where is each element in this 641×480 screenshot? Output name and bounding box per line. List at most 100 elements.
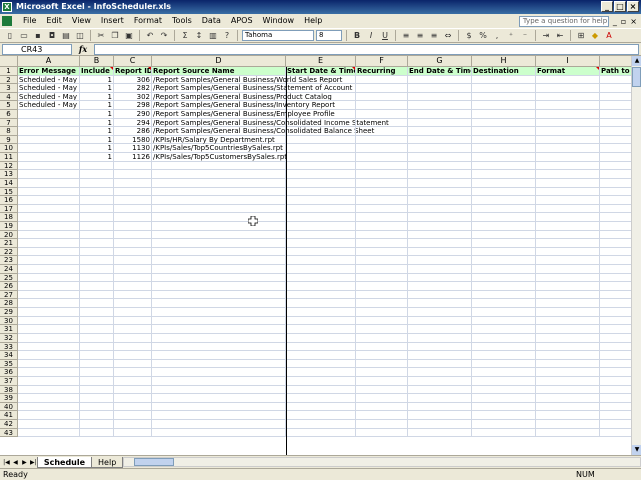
- cell[interactable]: [472, 153, 536, 162]
- cell[interactable]: [356, 419, 408, 429]
- cell[interactable]: [408, 376, 472, 386]
- cell[interactable]: [600, 429, 631, 438]
- cell[interactable]: [286, 135, 356, 145]
- cell[interactable]: 1: [80, 75, 114, 85]
- cell[interactable]: [286, 428, 356, 438]
- cell[interactable]: [114, 187, 152, 197]
- cell[interactable]: [536, 256, 600, 266]
- cell[interactable]: [356, 265, 408, 274]
- cell[interactable]: [18, 316, 80, 326]
- row-header[interactable]: 4: [0, 92, 18, 102]
- row-header[interactable]: 26: [0, 282, 18, 291]
- cell[interactable]: End Date & Time: [408, 67, 472, 76]
- cell[interactable]: [286, 299, 356, 309]
- cell[interactable]: [152, 359, 286, 369]
- cell[interactable]: [356, 239, 408, 248]
- cell[interactable]: [80, 161, 114, 171]
- row-header[interactable]: 43: [0, 428, 18, 438]
- cell[interactable]: [18, 359, 80, 369]
- cell[interactable]: /Report Samples/General Business/World S…: [152, 75, 342, 85]
- column-header[interactable]: E: [286, 56, 356, 67]
- cell[interactable]: [472, 290, 536, 300]
- cell[interactable]: [286, 333, 356, 343]
- cell[interactable]: [472, 110, 536, 119]
- cell[interactable]: [536, 110, 600, 119]
- first-sheet-icon[interactable]: |◀: [2, 459, 11, 466]
- cell[interactable]: [536, 204, 600, 214]
- cell[interactable]: Scheduled - May 12,: [18, 75, 80, 85]
- cell[interactable]: [152, 187, 286, 197]
- cell[interactable]: [152, 351, 286, 360]
- cell[interactable]: [114, 170, 152, 179]
- cell[interactable]: [80, 428, 114, 438]
- cell[interactable]: [408, 402, 472, 412]
- cell[interactable]: [472, 135, 536, 145]
- cell[interactable]: [286, 351, 356, 360]
- cell[interactable]: [18, 187, 80, 197]
- cell[interactable]: [600, 119, 631, 128]
- cell[interactable]: [114, 247, 152, 257]
- cell[interactable]: [408, 221, 472, 231]
- cell[interactable]: [600, 239, 631, 248]
- cell[interactable]: [356, 204, 408, 214]
- cell[interactable]: [472, 351, 536, 360]
- cell[interactable]: [536, 419, 600, 429]
- cell[interactable]: [600, 377, 631, 386]
- cell[interactable]: [600, 144, 631, 154]
- cell[interactable]: [408, 282, 472, 291]
- horizontal-scrollbar[interactable]: [123, 457, 641, 467]
- cell[interactable]: [286, 178, 356, 188]
- cell[interactable]: [356, 351, 408, 360]
- menu-window[interactable]: Window: [258, 14, 300, 28]
- cell[interactable]: [18, 402, 80, 412]
- cell[interactable]: [152, 178, 286, 188]
- cell[interactable]: [536, 273, 600, 283]
- cell[interactable]: 294: [114, 118, 152, 128]
- cell[interactable]: [152, 411, 286, 420]
- cell[interactable]: [408, 351, 472, 360]
- cell[interactable]: [472, 92, 536, 102]
- cell[interactable]: [286, 376, 356, 386]
- menu-help[interactable]: Help: [299, 14, 327, 28]
- cell[interactable]: [114, 256, 152, 266]
- cell[interactable]: [18, 299, 80, 309]
- cell[interactable]: [356, 213, 408, 222]
- cell[interactable]: [536, 101, 600, 111]
- cell[interactable]: [356, 282, 408, 291]
- open-icon[interactable]: ▭: [18, 30, 30, 41]
- cell[interactable]: Include: [80, 67, 114, 76]
- cell[interactable]: [114, 419, 152, 429]
- doc-close-icon[interactable]: ×: [630, 17, 637, 26]
- minimize-button[interactable]: _: [601, 1, 613, 12]
- cell[interactable]: [356, 394, 408, 403]
- cell[interactable]: [536, 402, 600, 412]
- row-header[interactable]: 3: [0, 84, 18, 93]
- cell[interactable]: [80, 299, 114, 309]
- cell[interactable]: [408, 178, 472, 188]
- doc-restore-icon[interactable]: ▫: [621, 17, 626, 26]
- cell[interactable]: [152, 308, 286, 317]
- cell[interactable]: [536, 342, 600, 352]
- cell[interactable]: [536, 290, 600, 300]
- cell[interactable]: [536, 135, 600, 145]
- column-header[interactable]: G: [408, 56, 472, 67]
- cell[interactable]: [80, 256, 114, 266]
- fill-color-icon[interactable]: ◆: [589, 30, 601, 41]
- cell[interactable]: [408, 204, 472, 214]
- cell[interactable]: [356, 221, 408, 231]
- cell[interactable]: [356, 110, 408, 119]
- autosum-icon[interactable]: Σ: [179, 30, 191, 41]
- cell[interactable]: [286, 359, 356, 369]
- scroll-down-icon[interactable]: ▼: [632, 445, 641, 455]
- menu-edit[interactable]: Edit: [41, 14, 67, 28]
- cell[interactable]: [408, 325, 472, 334]
- cell[interactable]: [472, 308, 536, 317]
- cell[interactable]: [408, 213, 472, 222]
- spreadsheet-grid[interactable]: ABCDEFGHI 1 Error Message Include Report ID…: [0, 56, 631, 455]
- cell[interactable]: [600, 162, 631, 171]
- cell[interactable]: [152, 196, 286, 205]
- cell[interactable]: [80, 368, 114, 377]
- cell[interactable]: /Report Samples/General Business/Stateme…: [152, 84, 352, 93]
- cell[interactable]: [80, 170, 114, 179]
- cell[interactable]: [472, 394, 536, 403]
